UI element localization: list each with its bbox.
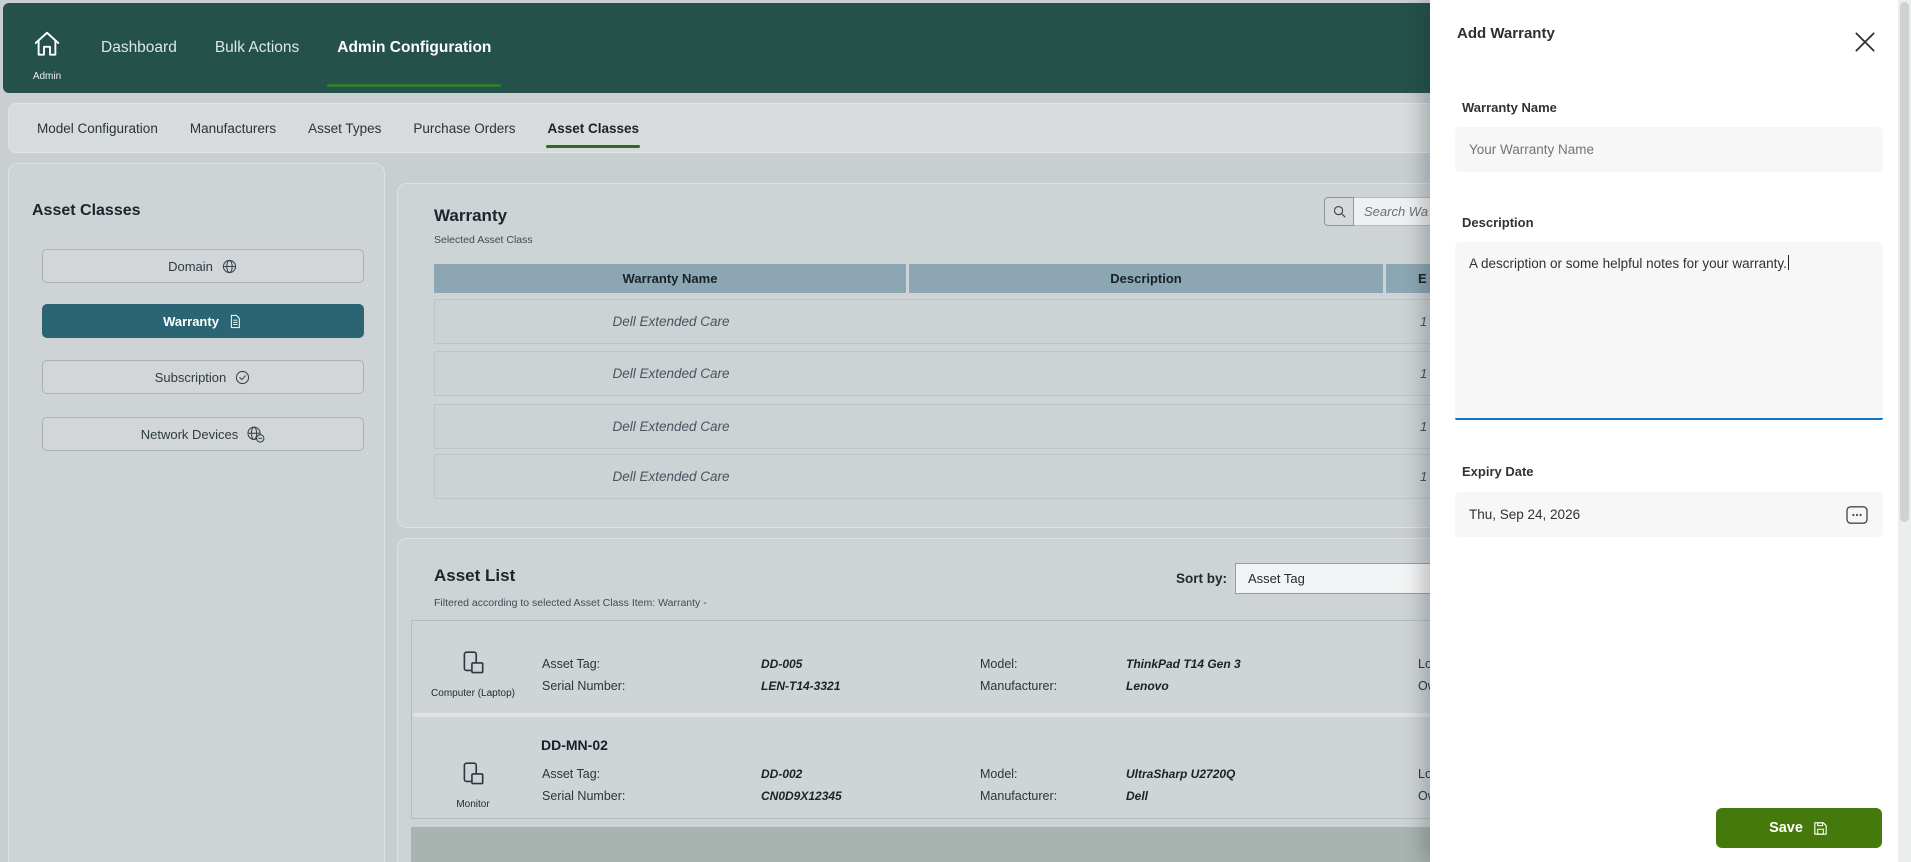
- save-button[interactable]: Save: [1716, 808, 1882, 848]
- warranty-name-input[interactable]: [1455, 127, 1883, 172]
- asset-list-section: Asset List Filtered according to selecte…: [397, 538, 1564, 862]
- sidebar-button-network-devices-label: Network Devices: [140, 426, 239, 442]
- warranty-table-row[interactable]: Dell Extended Care 1: [434, 299, 1564, 344]
- serial-number-value: LEN-T14-3321: [761, 679, 841, 693]
- asset-tag-label: Asset Tag:: [542, 767, 601, 781]
- warranty-name-cell: Dell Extended Care: [612, 419, 730, 434]
- nav-links: Dashboard Bulk Actions Admin Configurati…: [99, 3, 502, 93]
- asset-classes-sidebar: Asset Classes Domain Warranty Subscripti…: [8, 163, 385, 862]
- search-icon: [1333, 205, 1345, 218]
- computer-laptop-icon: [463, 651, 484, 674]
- model-value: UltraSharp U2720Q: [1126, 767, 1236, 781]
- save-button-label: Save: [1769, 820, 1803, 836]
- sidebar-button-domain-label: Domain: [168, 258, 213, 274]
- sidebar-title: Asset Classes: [32, 202, 141, 219]
- nav-item-admin-configuration[interactable]: Admin Configuration: [327, 35, 502, 87]
- column-header-warranty-name: Warranty Name: [434, 264, 906, 293]
- warranty-name-cell: Dell Extended Care: [612, 314, 730, 329]
- save-disk-icon: [1814, 821, 1827, 835]
- description-label: Description: [1462, 215, 1534, 230]
- expiry-cell: 1: [1420, 469, 1428, 484]
- expiry-cell: 1: [1420, 419, 1428, 434]
- asset-list-container: Computer (Laptop) Asset Tag: DD-005 Seri…: [411, 620, 1564, 819]
- expiry-date-label: Expiry Date: [1462, 464, 1534, 479]
- search-button[interactable]: [1324, 197, 1354, 226]
- document-icon: [230, 314, 240, 328]
- tab-asset-types[interactable]: Asset Types: [307, 115, 382, 142]
- asset-tag-value: DD-002: [761, 767, 803, 781]
- home-button[interactable]: Admin: [19, 3, 75, 93]
- manufacturer-label: Manufacturer:: [980, 789, 1058, 803]
- serial-number-label: Serial Number:: [542, 789, 626, 803]
- tab-purchase-orders[interactable]: Purchase Orders: [412, 115, 516, 142]
- manufacturer-value: Lenovo: [1126, 679, 1169, 693]
- warranty-table-row[interactable]: Dell Extended Care 1: [434, 404, 1564, 449]
- sort-select[interactable]: Asset Tag: [1235, 563, 1460, 594]
- asset-item-title: DD-MN-02: [541, 737, 608, 753]
- drawer-scrollbar[interactable]: [1898, 0, 1911, 862]
- serial-number-label: Serial Number:: [542, 679, 626, 693]
- tab-model-configuration[interactable]: Model Configuration: [36, 115, 159, 142]
- description-text: A description or some helpful notes for …: [1469, 256, 1787, 271]
- calendar-icon[interactable]: [1845, 505, 1869, 525]
- model-label: Model:: [980, 657, 1018, 671]
- expiry-date-value: Thu, Sep 24, 2026: [1469, 507, 1581, 522]
- warranty-table-row[interactable]: Dell Extended Care 1: [434, 454, 1564, 499]
- text-cursor: [1787, 255, 1790, 270]
- nav-item-bulk-actions[interactable]: Bulk Actions: [213, 35, 301, 61]
- check-circle-icon: [236, 370, 250, 384]
- home-admin-label: Admin: [32, 71, 62, 82]
- asset-list-subtitle: Filtered according to selected Asset Cla…: [434, 597, 707, 609]
- sidebar-button-subscription[interactable]: Subscription: [42, 360, 364, 394]
- nav-item-dashboard[interactable]: Dashboard: [99, 35, 179, 61]
- model-value: ThinkPad T14 Gen 3: [1126, 657, 1241, 671]
- warranty-table-header: Warranty Name Description E: [434, 264, 1564, 293]
- drawer-title: Add Warranty: [1457, 25, 1555, 42]
- tab-asset-classes[interactable]: Asset Classes: [546, 115, 640, 148]
- globe-icon: [222, 259, 237, 273]
- warranty-section: Warranty Selected Asset Class Warranty N…: [397, 183, 1566, 528]
- asset-tag-value: DD-005: [761, 657, 803, 671]
- monitor-icon: [463, 762, 484, 785]
- scrollbar-thumb[interactable]: [1900, 2, 1909, 522]
- sidebar-button-domain[interactable]: Domain: [42, 249, 364, 283]
- sidebar-button-warranty[interactable]: Warranty: [42, 304, 364, 338]
- model-label: Model:: [980, 767, 1018, 781]
- add-warranty-drawer: Add Warranty Warranty Name Description A…: [1430, 0, 1911, 862]
- description-textarea[interactable]: A description or some helpful notes for …: [1455, 242, 1883, 420]
- tab-manufacturers[interactable]: Manufacturers: [189, 115, 277, 142]
- warranty-subtitle: Selected Asset Class: [434, 234, 533, 246]
- asset-list-title: Asset List: [434, 566, 516, 585]
- warranty-name-cell: Dell Extended Care: [612, 469, 730, 484]
- warranty-title: Warranty: [434, 206, 508, 225]
- manufacturer-label: Manufacturer:: [980, 679, 1058, 693]
- globe-offline-icon: [247, 426, 265, 443]
- expiry-cell: 1: [1420, 314, 1428, 329]
- sidebar-button-warranty-label: Warranty: [163, 313, 219, 329]
- warranty-name-label: Warranty Name: [1462, 100, 1557, 115]
- asset-list-item-laptop[interactable]: Computer (Laptop) Asset Tag: DD-005 Seri…: [413, 622, 1562, 713]
- asset-type-caption: Monitor: [456, 799, 490, 810]
- expiry-cell: 1: [1420, 366, 1428, 381]
- asset-list-item-monitor[interactable]: DD-MN-02 Monitor Asset Tag: DD-002 Seria…: [413, 717, 1562, 819]
- next-row-band: [411, 827, 1564, 862]
- sort-select-value: Asset Tag: [1248, 571, 1305, 586]
- column-header-description: Description: [909, 264, 1383, 293]
- sidebar-button-network-devices[interactable]: Network Devices: [42, 417, 364, 451]
- serial-number-value: CN0D9X12345: [761, 789, 842, 803]
- home-icon: [34, 31, 60, 56]
- warranty-table-row[interactable]: Dell Extended Care 1: [434, 351, 1564, 396]
- sort-by-label: Sort by:: [1175, 571, 1227, 586]
- warranty-name-cell: Dell Extended Care: [612, 366, 730, 381]
- close-icon[interactable]: [1852, 29, 1878, 55]
- manufacturer-value: Dell: [1126, 789, 1149, 803]
- asset-tag-label: Asset Tag:: [542, 657, 601, 671]
- sidebar-button-subscription-label: Subscription: [154, 369, 227, 385]
- expiry-date-field[interactable]: Thu, Sep 24, 2026: [1455, 492, 1883, 537]
- asset-type-caption: Computer (Laptop): [431, 688, 515, 699]
